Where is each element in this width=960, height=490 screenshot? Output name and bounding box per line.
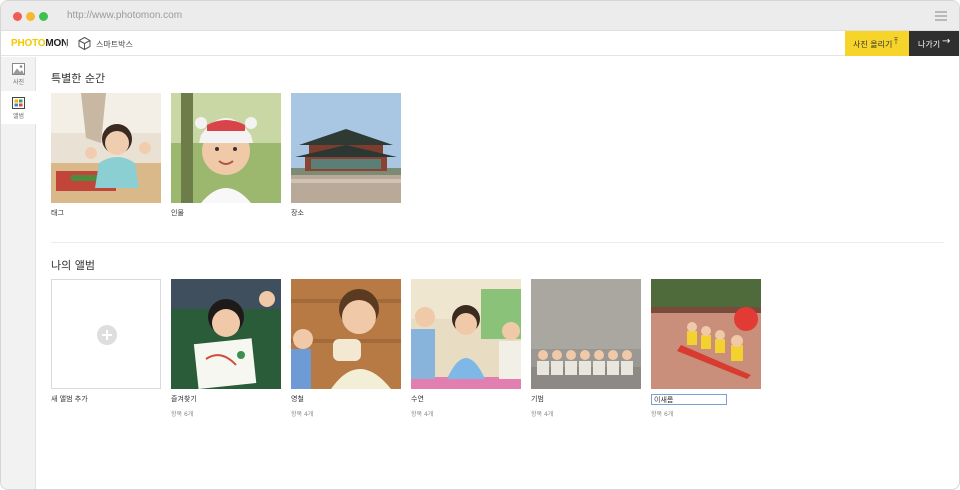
sidebar-item-albums[interactable]: 앨범 <box>1 91 36 124</box>
album-thumbnail[interactable] <box>411 279 521 389</box>
smartbox-icon <box>78 36 91 51</box>
moment-person-thumbnail[interactable] <box>171 93 281 203</box>
sidebar: 사진 앨범 <box>1 57 36 489</box>
section-divider <box>51 242 944 243</box>
photo-icon <box>12 63 25 75</box>
album-icon <box>12 97 25 109</box>
moment-caption: 장소 <box>291 209 304 217</box>
smartbox-label[interactable]: 스마트박스 <box>96 39 133 50</box>
album-count: 항목 4개 <box>531 411 554 418</box>
special-moments-title: 특별한 순간 <box>51 72 106 85</box>
album-thumbnail[interactable] <box>651 279 761 389</box>
album-name-input[interactable] <box>651 394 727 405</box>
moment-place-thumbnail[interactable] <box>291 93 401 203</box>
exit-label: 나가기 <box>918 40 941 49</box>
app-header: PHOTOMON 스마트박스 사진 올리기 ⤒ 나가기 → <box>1 31 959 56</box>
sidebar-item-label: 사진 <box>12 79 25 86</box>
sidebar-item-photos[interactable]: 사진 <box>1 57 36 90</box>
my-albums-title: 나의 앨범 <box>51 259 95 272</box>
address-bar[interactable]: http://www.photomon.com <box>67 10 182 21</box>
header-divider <box>66 39 67 48</box>
album-caption: 수연 <box>411 395 424 403</box>
album-count: 항목 6개 <box>651 411 674 418</box>
close-window-button[interactable] <box>13 12 22 21</box>
arrow-right-icon: → <box>942 36 951 47</box>
browser-window: http://www.photomon.com PHOTOMON 스마트박스 사… <box>0 0 960 490</box>
album-thumbnail[interactable] <box>531 279 641 389</box>
upload-photo-button[interactable]: 사진 올리기 ⤒ <box>845 31 909 56</box>
album-caption: 즐겨찾기 <box>171 395 197 403</box>
upload-icon: ⤒ <box>894 37 898 47</box>
plus-icon <box>97 325 117 345</box>
add-album-button[interactable] <box>51 279 161 389</box>
maximize-window-button[interactable] <box>39 12 48 21</box>
album-count: 항목 6개 <box>171 411 194 418</box>
album-caption: 영철 <box>291 395 304 403</box>
add-album-label: 새 앨범 추가 <box>51 395 88 403</box>
album-thumbnail[interactable] <box>291 279 401 389</box>
moment-caption: 태그 <box>51 209 64 217</box>
album-count: 항목 4개 <box>411 411 434 418</box>
sidebar-item-label: 앨범 <box>12 113 25 120</box>
upload-photo-label: 사진 올리기 <box>853 40 893 49</box>
photomon-logo[interactable]: PHOTOMON <box>11 38 68 49</box>
menu-icon[interactable] <box>935 11 947 21</box>
minimize-window-button[interactable] <box>26 12 35 21</box>
browser-titlebar: http://www.photomon.com <box>1 1 959 31</box>
moment-caption: 인물 <box>171 209 184 217</box>
album-count: 항목 4개 <box>291 411 314 418</box>
exit-button[interactable]: 나가기 → <box>909 31 959 56</box>
moment-tag-thumbnail[interactable] <box>51 93 161 203</box>
album-thumbnail[interactable] <box>171 279 281 389</box>
album-caption: 기범 <box>531 395 544 403</box>
